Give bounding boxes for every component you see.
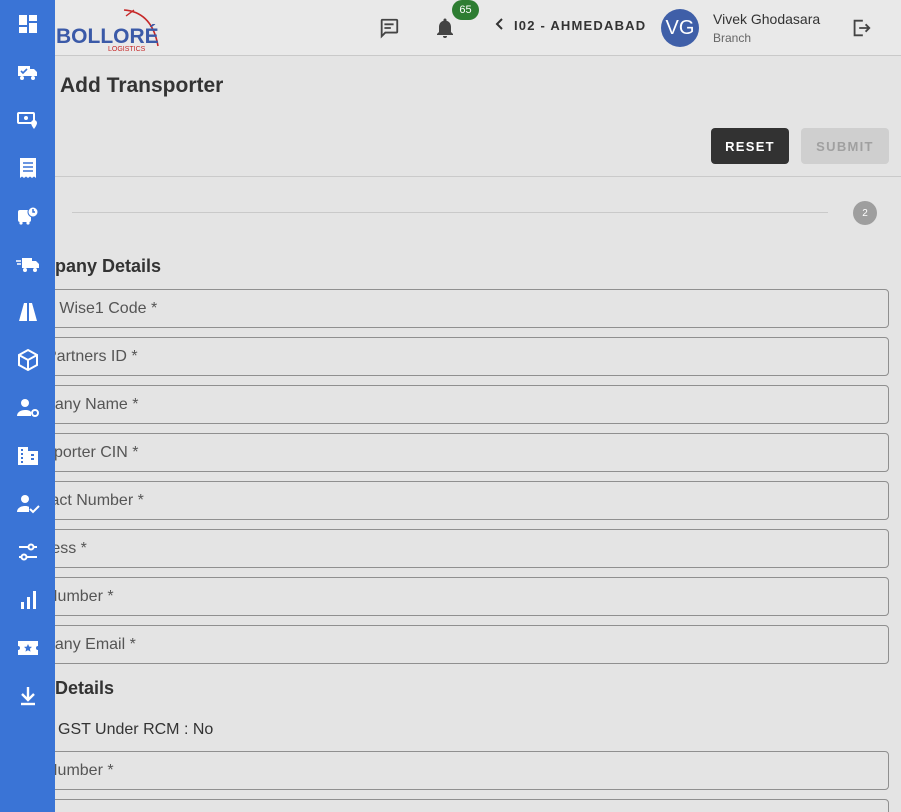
sidebar-item-truck-check[interactable]: [0, 48, 55, 96]
sidebar-item-receipt[interactable]: [0, 144, 55, 192]
download-icon: [20, 687, 35, 706]
user-check-icon: [16, 495, 40, 514]
package-icon: [17, 348, 38, 372]
sidebar-item-package[interactable]: [0, 336, 55, 384]
bell-icon[interactable]: [431, 14, 459, 42]
logout-icon[interactable]: [847, 14, 875, 42]
contact-number-input[interactable]: [41, 482, 888, 519]
chat-icon[interactable]: [375, 14, 403, 42]
receipt-icon: [19, 158, 36, 178]
partners-id-input[interactable]: [41, 338, 888, 375]
dashboard-icon: [18, 15, 37, 33]
company-details-heading: pany Details: [55, 256, 162, 276]
partners-id-field[interactable]: [40, 337, 889, 376]
contact-number-field[interactable]: [40, 481, 889, 520]
user-role: Branch: [713, 31, 752, 45]
sidebar-item-money-location[interactable]: [0, 96, 55, 144]
bollore-logo[interactable]: BOLLORÉ LOGISTICS: [56, 6, 166, 52]
stepper-line: [72, 212, 828, 213]
page-title: Add Transporter: [60, 74, 224, 97]
wise1-code-input[interactable]: [41, 290, 888, 327]
user-settings-icon: [16, 399, 39, 417]
address-field[interactable]: [40, 529, 889, 568]
chevron-left-icon: [494, 18, 506, 33]
reset-button[interactable]: RESET: [711, 128, 789, 164]
bus-clock-icon: [17, 206, 38, 225]
submit-button[interactable]: SUBMIT: [801, 128, 889, 164]
gst-rcm-text: GST Under RCM : No: [58, 721, 214, 738]
transporter-cin-field[interactable]: [40, 433, 889, 472]
company-name-input[interactable]: [41, 386, 888, 423]
next-field[interactable]: [40, 799, 889, 812]
address-input[interactable]: [41, 530, 888, 567]
wise1-code-field[interactable]: [40, 289, 889, 328]
fast-truck-icon: [15, 258, 39, 272]
sidebar-item-road[interactable]: [0, 288, 55, 336]
transporter-cin-input[interactable]: [41, 434, 888, 471]
sidebar-item-dashboard[interactable]: [0, 0, 55, 48]
svg-text:LOGISTICS: LOGISTICS: [108, 46, 146, 52]
sidebar-item-business[interactable]: [0, 432, 55, 480]
ticket-star-icon: [17, 641, 38, 655]
sidebar-item-tune[interactable]: [0, 528, 55, 576]
avatar[interactable]: VG: [661, 9, 699, 47]
branch-label: I02 - AHMEDABAD: [514, 18, 647, 33]
road-icon: [18, 303, 37, 321]
sidebar-item-analytics[interactable]: [0, 576, 55, 624]
gst-number-field[interactable]: [40, 751, 889, 790]
company-name-field[interactable]: [40, 385, 889, 424]
divider: [0, 176, 901, 177]
analytics-icon: [20, 591, 36, 609]
number-field[interactable]: [40, 577, 889, 616]
company-email-input[interactable]: [41, 626, 888, 663]
money-location-icon: [16, 112, 37, 129]
next-input[interactable]: [41, 800, 888, 812]
sidebar-item-ticket-star[interactable]: [0, 624, 55, 672]
sidebar-item-user-settings[interactable]: [0, 384, 55, 432]
sidebar-item-bus-clock[interactable]: [0, 192, 55, 240]
branch-selector[interactable]: I02 - AHMEDABAD: [494, 18, 646, 33]
tax-details-heading: Details: [55, 678, 115, 698]
top-header: BOLLORÉ LOGISTICS 65 I02 - AHMEDABAD VG …: [0, 0, 901, 56]
company-email-field[interactable]: [40, 625, 889, 664]
step-2-indicator[interactable]: 2: [853, 201, 877, 225]
user-name: Vivek Ghodasara: [713, 11, 821, 27]
sidebar-item-fast-truck[interactable]: [0, 240, 55, 288]
tune-icon: [18, 543, 37, 561]
sidebar: [0, 0, 55, 812]
sidebar-item-download[interactable]: [0, 672, 55, 720]
notification-badge: 65: [452, 0, 479, 20]
svg-text:BOLLORÉ: BOLLORÉ: [56, 25, 159, 48]
truck-check-icon: [17, 66, 37, 80]
number-input[interactable]: [41, 578, 888, 615]
sidebar-item-user-check[interactable]: [0, 480, 55, 528]
gst-number-input[interactable]: [41, 752, 888, 789]
business-icon: [17, 447, 38, 465]
